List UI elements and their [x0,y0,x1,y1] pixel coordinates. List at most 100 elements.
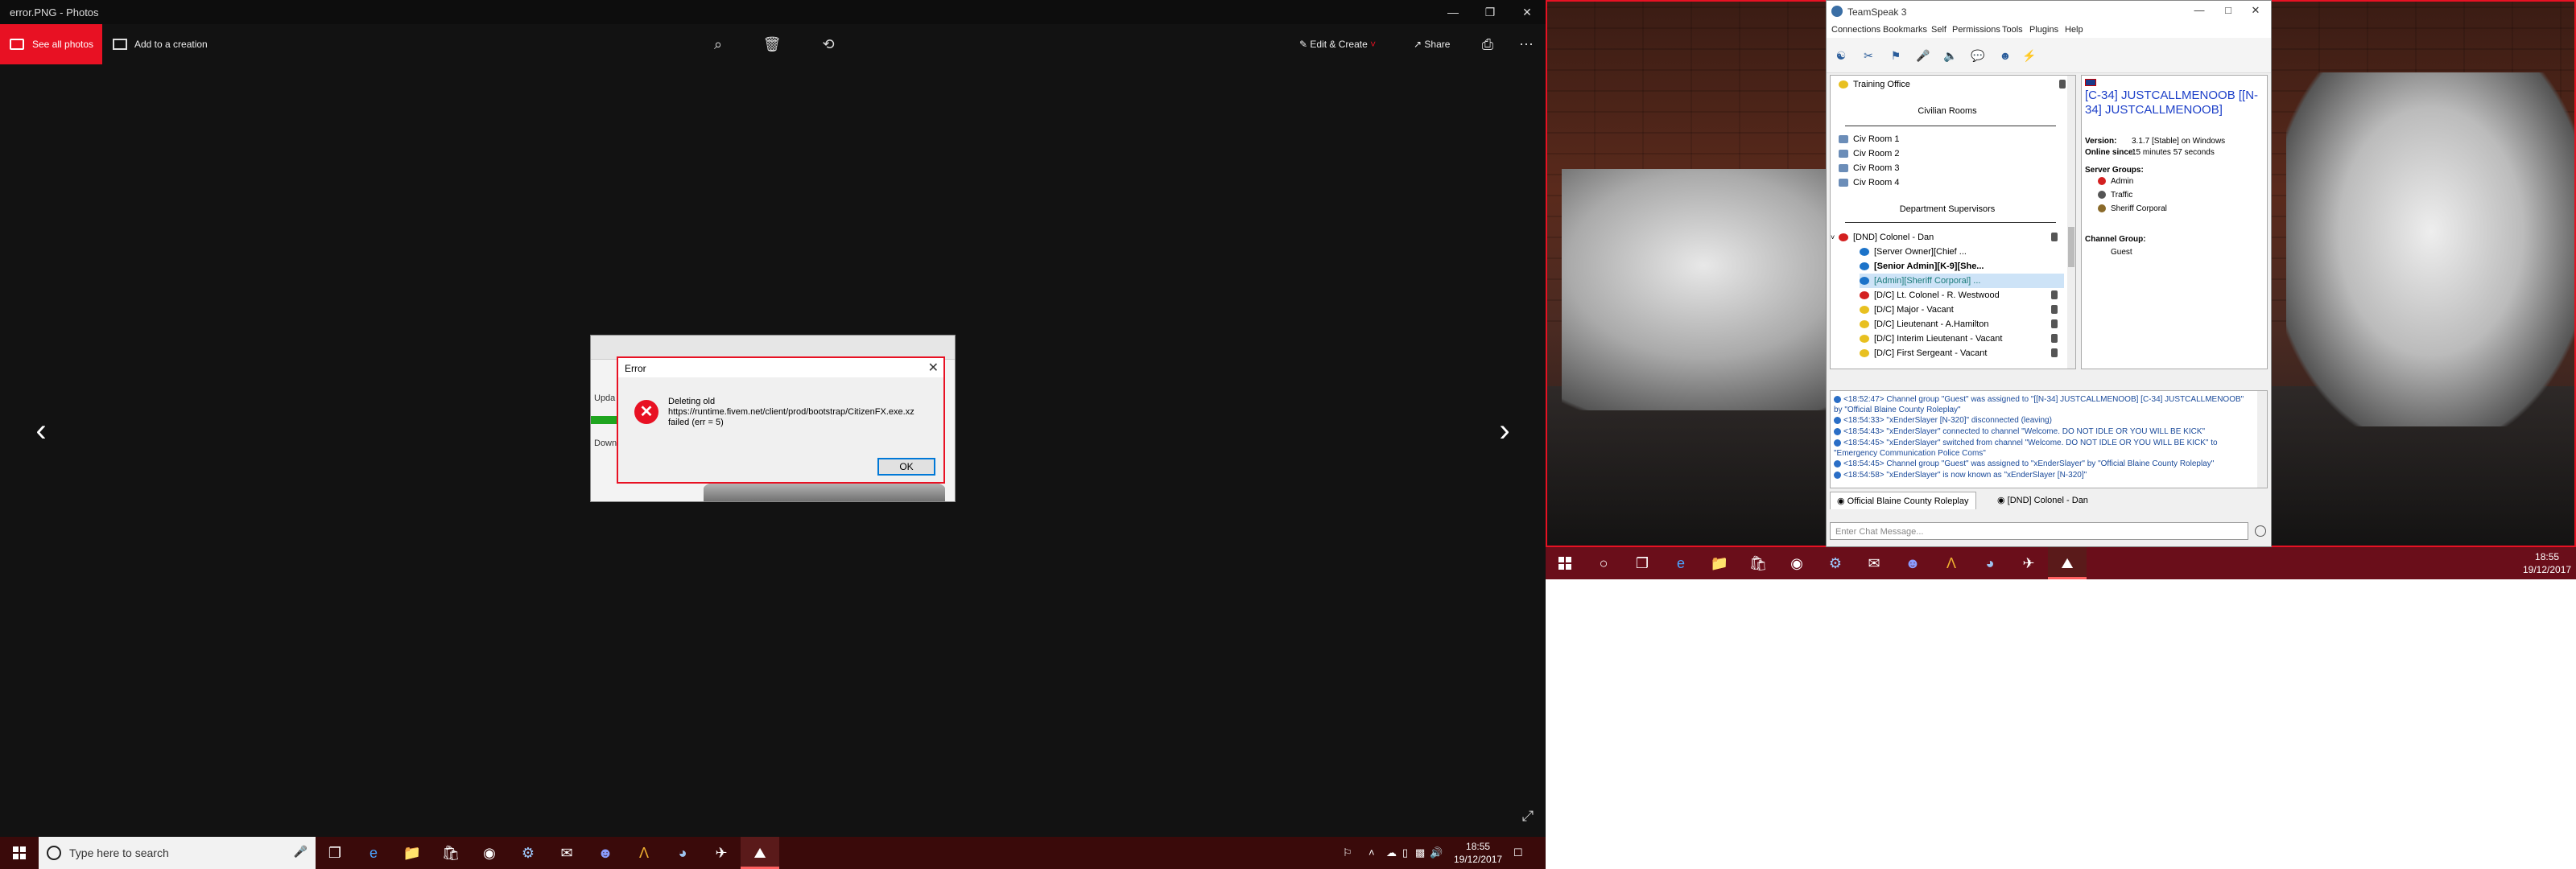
ok-button[interactable]: OK [877,458,935,476]
channel-lt-colonel[interactable]: [D/C] Lt. Colonel - R. Westwood [1860,288,2064,303]
error-dialog-title: Error [625,363,646,374]
menu-connections[interactable]: Connections [1831,25,1880,35]
steam-icon[interactable]: ⚙ [1816,547,1855,579]
next-photo-arrow[interactable]: › [1492,410,1517,451]
previous-photo-arrow[interactable]: ‹ [29,410,53,451]
tab-channel-chat[interactable]: ◉ [DND] Colonel - Dan [1991,492,2095,509]
menu-bookmarks[interactable]: Bookmarks [1883,25,1927,35]
print-icon[interactable]: ⎙ [1478,35,1497,54]
spacer-department-supervisors[interactable]: Department Supervisors [1831,204,2064,214]
mail-icon[interactable]: ✉ [1855,547,1893,579]
share-button[interactable]: ↗ Share [1414,34,1450,55]
client-admin-sheriff-corporal[interactable]: [Admin][Sheriff Corporal] ... [1860,274,2064,288]
chrome-icon[interactable]: ◉ [1777,547,1816,579]
channel-major[interactable]: [D/C] Major - Vacant [1860,303,2064,317]
app-icon[interactable]: Λ [1932,547,1971,579]
maximize-button[interactable]: □ [2216,4,2240,16]
minimize-button[interactable]: — [1435,0,1472,24]
game-icon[interactable]: ✈ [2009,547,2048,579]
zoom-icon[interactable]: ⌕ [708,35,728,54]
edit-create-button[interactable]: ✎ Edit & Create ˅ [1299,34,1376,55]
tree-scrollbar[interactable] [2067,76,2075,369]
client-server-owner[interactable]: [Server Owner][Chief ... [1860,245,2064,259]
spacer-civilian-rooms[interactable]: Civilian Rooms [1831,106,2064,116]
connect-icon[interactable]: ☯ [1831,46,1851,65]
start-button[interactable] [1546,547,1584,579]
channel-civ-room-4[interactable]: Civ Room 4 [1839,175,2072,190]
channel-dnd-colonel-dan[interactable]: ˅ [DND] Colonel - Dan [1831,230,2064,245]
task-view-icon[interactable]: ❐ [1623,547,1662,579]
clock[interactable]: 18:55 19/12/2017 [2523,550,2571,576]
edge-icon[interactable]: e [354,837,393,869]
maximize-button[interactable]: ❐ [1472,0,1509,24]
delete-icon[interactable]: 🗑 [762,35,782,54]
away-icon[interactable]: ⚑ [1886,46,1905,65]
discord-icon[interactable]: ☻ [1893,547,1932,579]
file-explorer-icon[interactable]: 📁 [1700,547,1739,579]
minimize-button[interactable]: — [2187,4,2211,16]
cortana-icon[interactable]: ○ [1584,547,1623,579]
chat-icon[interactable]: 💬 [1968,46,1988,65]
menu-self[interactable]: Self [1931,25,1946,35]
app-icon[interactable]: Λ [625,837,663,869]
mute-microphone-icon[interactable]: 🎤 [1913,46,1933,65]
teamspeak-icon[interactable]: ◕ [663,837,702,869]
mail-icon[interactable]: ✉ [547,837,586,869]
menu-plugins[interactable]: Plugins [2029,25,2058,35]
channel-civ-room-3[interactable]: Civ Room 3 [1839,161,2072,175]
close-button[interactable]: ✕ [1509,0,1546,24]
store-icon[interactable]: 🛍 [1739,547,1777,579]
contacts-icon[interactable]: ☻ [1996,46,2015,65]
rotate-icon[interactable]: ⟲ [819,35,838,54]
channel-first-sergeant[interactable]: [D/C] First Sergeant - Vacant [1860,346,2064,360]
fullscreen-icon[interactable]: ⤢ [1518,808,1538,827]
close-icon[interactable]: ✕ [928,360,939,376]
game-icon[interactable]: ✈ [702,837,741,869]
network-icon[interactable]: ▩ [1415,837,1425,869]
volume-icon[interactable]: 🔊 [1430,837,1443,869]
store-icon[interactable]: 🛍 [431,837,470,869]
whisper-icon[interactable]: ⚡ [2020,46,2039,65]
chat-text: Channel group "Guest" was assigned to "[… [1834,395,2244,414]
file-explorer-icon[interactable]: 📁 [393,837,431,869]
clock[interactable]: 18:55 19/12/2017 [1454,840,1502,866]
info-icon [1834,459,1841,467]
clock-time: 18:55 [2535,551,2560,562]
battery-icon[interactable]: ▯ [1402,837,1408,869]
discord-icon[interactable]: ☻ [586,837,625,869]
people-icon[interactable]: ⚐ [1343,837,1352,869]
steam-icon[interactable]: ⚙ [509,837,547,869]
menu-permissions[interactable]: Permissions [1952,25,2000,35]
more-icon[interactable]: ⋯ [1517,35,1536,54]
tab-server-chat[interactable]: ◉ Official Blaine County Roleplay [1830,492,1976,509]
notifications-icon[interactable]: ☐ [1513,837,1523,869]
disconnect-icon[interactable]: ✂ [1859,46,1878,65]
online-since-row: Online since:15 minutes 57 seconds [2085,148,2215,157]
photos-taskbar-icon[interactable]: ⛰ [741,837,779,869]
channel-civ-room-2[interactable]: Civ Room 2 [1839,146,2072,161]
show-hidden-icon[interactable]: ˄ [1368,837,1375,869]
microphone-icon[interactable]: 🎤 [294,845,308,859]
client-senior-admin[interactable]: [Senior Admin][K-9][She... [1860,259,2064,274]
channel-civ-room-1[interactable]: Civ Room 1 [1839,132,2072,146]
channel-lieutenant[interactable]: [D/C] Lieutenant - A.Hamilton [1860,317,2064,332]
mute-speakers-icon[interactable]: 🔈 [1941,46,1960,65]
photos-taskbar-icon[interactable]: ⛰ [2048,547,2087,579]
emoji-icon[interactable] [2255,525,2266,537]
chevron-down-icon[interactable]: ˅ [1831,230,1839,245]
task-view-icon[interactable]: ❐ [316,837,354,869]
chrome-icon[interactable]: ◉ [470,837,509,869]
edge-icon[interactable]: e [1662,547,1700,579]
chat-message-input[interactable]: Enter Chat Message... [1830,522,2248,540]
close-button[interactable]: ✕ [2244,4,2268,17]
menu-tools[interactable]: Tools [2002,25,2023,35]
menu-help[interactable]: Help [2065,25,2083,35]
onedrive-icon[interactable]: ☁ [1386,837,1397,869]
channel-training-office[interactable]: Training Office [1839,77,2072,92]
see-all-photos-button[interactable]: See all photos [0,24,102,64]
chat-scrollbar[interactable] [2257,391,2267,488]
taskbar-search[interactable]: Type here to search 🎤 [39,837,316,869]
channel-interim-lieutenant[interactable]: [D/C] Interim Lieutenant - Vacant [1860,332,2064,346]
teamspeak-icon[interactable]: ◕ [1971,547,2009,579]
start-button[interactable] [0,837,39,869]
